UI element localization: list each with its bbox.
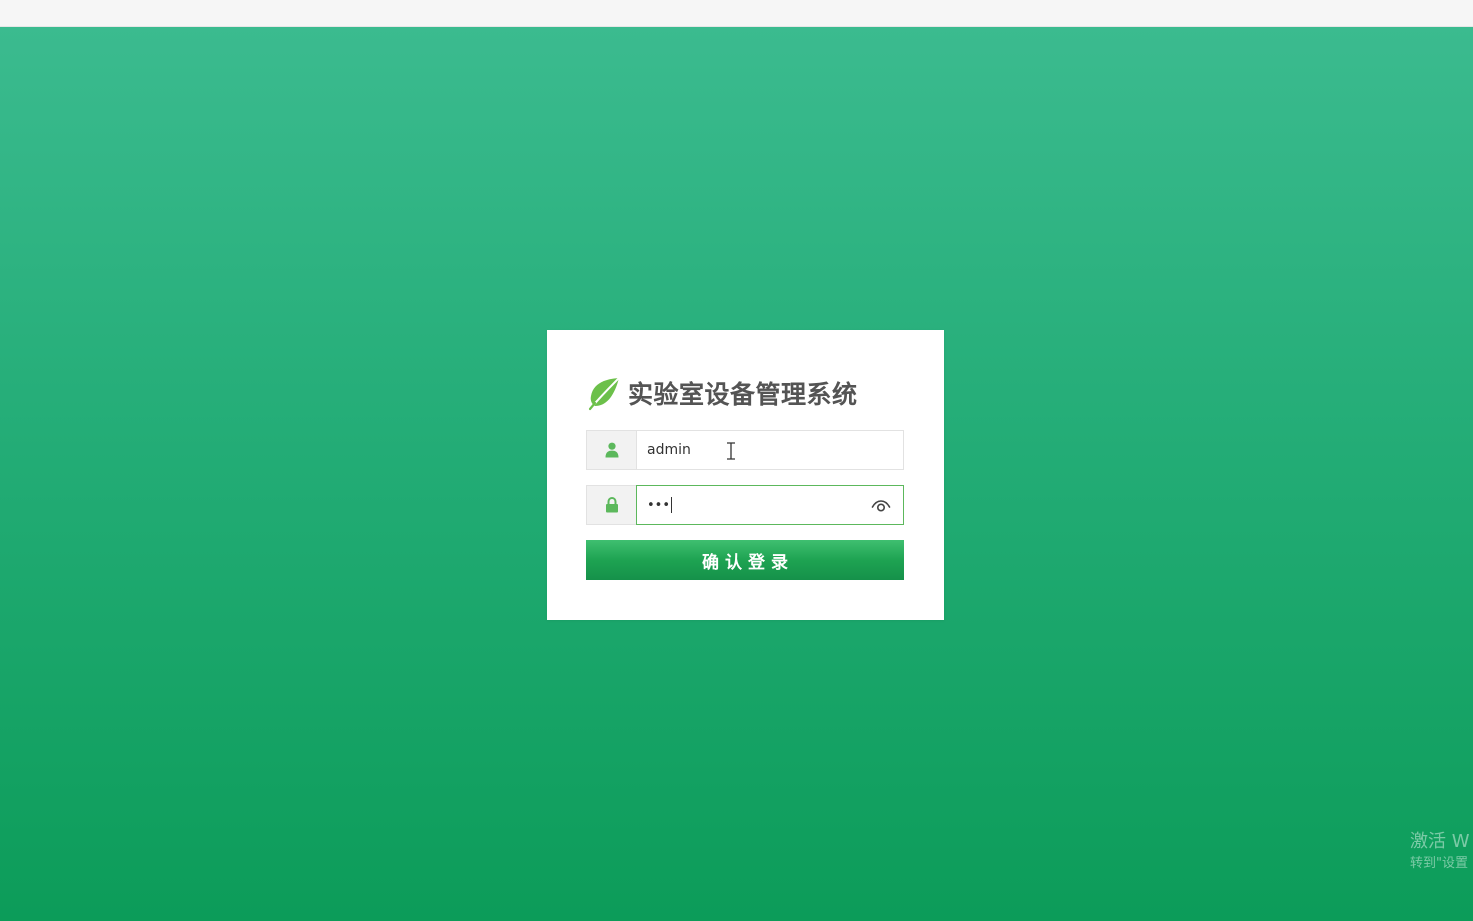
text-caret [671, 497, 673, 513]
watermark-line-1: 激活 W [1410, 831, 1470, 852]
username-input[interactable]: admin [636, 430, 904, 470]
password-field-group: ••• [586, 485, 904, 525]
username-field-group: admin [586, 430, 904, 470]
windows-activation-watermark: 激活 W 转到"设置 [1410, 830, 1473, 880]
app-title: 实验室设备管理系统 [628, 380, 858, 409]
password-addon [586, 485, 636, 525]
leaf-logo-icon [586, 375, 622, 411]
browser-top-bar [0, 0, 1473, 27]
password-input[interactable]: ••• [636, 485, 904, 525]
text-cursor-icon [726, 442, 736, 460]
watermark-line-2: 转到"设置 [1410, 856, 1468, 871]
user-icon [605, 442, 619, 458]
eye-icon[interactable] [871, 498, 891, 514]
lock-icon [605, 497, 619, 513]
password-masked-value: ••• [647, 497, 671, 513]
login-button[interactable]: 确认登录 [586, 540, 904, 580]
login-card: 实验室设备管理系统 admin ••• 确认登录 [547, 330, 944, 620]
username-addon [586, 430, 636, 470]
brand-header: 实验室设备管理系统 [586, 373, 858, 413]
username-value: admin [647, 442, 691, 458]
